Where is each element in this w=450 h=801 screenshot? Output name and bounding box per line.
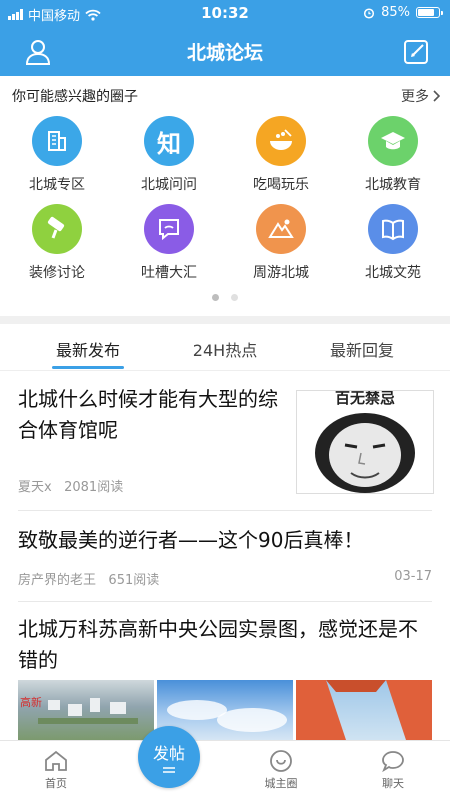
chat-bubble-icon <box>144 204 194 254</box>
post-item[interactable]: 致敬最美的逆行者——这个90后真棒！ 房产界的老王 651阅读 03-17 <box>18 525 432 595</box>
more-link[interactable]: 更多 <box>401 86 440 106</box>
paint-roller-icon <box>32 204 82 254</box>
post-author: 房产界的老王 <box>18 573 97 588</box>
circle-label: 北城文苑 <box>365 265 421 281</box>
circle-label: 周游北城 <box>253 265 309 281</box>
tabbar-label: 首页 <box>45 777 67 790</box>
mountain-icon <box>256 204 306 254</box>
chevron-right-icon <box>433 90 440 102</box>
post-image-row: 高新 <box>18 680 432 740</box>
circle-item-literature[interactable]: 北城文苑 <box>337 204 449 282</box>
circle-item-decoration[interactable]: 装修讨论 <box>1 204 113 282</box>
graduation-cap-icon <box>368 116 418 166</box>
edit-icon[interactable] <box>402 38 430 66</box>
page-title: 北城论坛 <box>186 42 263 64</box>
tabbar-label: 城主圈 <box>264 777 298 790</box>
zhi-text-icon: 知 <box>144 116 194 166</box>
lines-icon <box>163 767 175 773</box>
circle-label: 北城教育 <box>365 177 421 193</box>
aerial-view-image <box>38 698 138 724</box>
tabbar-home[interactable]: 首页 <box>16 749 96 791</box>
circle-item-complaints[interactable]: 吐槽大汇 <box>113 204 225 282</box>
thumbnail-text: 百无禁忌 <box>334 390 395 407</box>
post-reads: 651阅读 <box>108 573 160 588</box>
battery-percent: 85% <box>381 5 410 20</box>
more-label: 更多 <box>401 89 429 105</box>
tabbar-city-circle[interactable]: 城主圈 <box>241 749 321 791</box>
food-bowl-icon <box>256 116 306 166</box>
post-date: 03-17 <box>394 569 432 584</box>
post-image[interactable]: 高新 <box>18 680 154 740</box>
interest-circles-section: 你可能感兴趣的圈子 更多 北城专区 知 北城问问 吃喝玩乐 北城教育 装修讨论 <box>0 76 450 316</box>
post-divider <box>18 601 432 602</box>
active-tab-indicator <box>52 366 124 369</box>
building-icon <box>32 116 82 166</box>
tab-latest[interactable]: 最新发布 <box>13 337 163 361</box>
tabbar-chat[interactable]: 聊天 <box>353 749 433 791</box>
zhi-glyph: 知 <box>157 129 181 158</box>
circle-label: 北城专区 <box>29 177 85 193</box>
post-divider <box>18 510 432 511</box>
post-title: 致敬最美的逆行者——这个90后真棒！ <box>18 528 364 552</box>
circle-item-education[interactable]: 北城教育 <box>337 116 449 194</box>
status-bar: 中国移动 10:32 85% <box>0 0 450 26</box>
battery-icon <box>416 7 443 18</box>
new-post-button[interactable]: 发帖 <box>138 726 200 788</box>
tabbar-label: 聊天 <box>382 777 404 790</box>
circle-item-food[interactable]: 吃喝玩乐 <box>225 116 337 194</box>
tab-hot-24h[interactable]: 24H热点 <box>150 337 300 361</box>
circle-item-travel[interactable]: 周游北城 <box>225 204 337 282</box>
post-title: 北城什么时候才能有大型的综合体育馆呢 <box>18 387 278 442</box>
circle-chat-icon <box>270 750 292 772</box>
post-title: 北城万科苏高新中央公园实景图，感觉还是不错的 <box>18 617 418 672</box>
circle-item-ask[interactable]: 知 北城问问 <box>113 116 225 194</box>
post-meta: 夏天x 2081阅读 <box>18 476 123 495</box>
post-thumbnail[interactable]: 百无禁忌 <box>296 390 434 494</box>
building-arch-image <box>296 680 432 740</box>
post-item[interactable]: 北城万科苏高新中央公园实景图，感觉还是不错的 <box>18 614 432 680</box>
home-icon <box>45 750 67 771</box>
post-author: 夏天x <box>18 480 52 495</box>
section-divider <box>0 316 450 324</box>
page-indicator <box>0 294 450 301</box>
nav-bar: 北城论坛 <box>0 26 450 76</box>
circle-label: 北城问问 <box>141 177 197 193</box>
alarm-icon <box>364 7 375 19</box>
tab-latest-reply[interactable]: 最新回复 <box>287 337 437 361</box>
speech-bubble-icon <box>382 751 404 773</box>
post-meta: 房产界的老王 651阅读 <box>18 569 159 588</box>
page-dot <box>212 294 219 301</box>
page-dot <box>231 294 238 301</box>
bottom-tab-bar: 首页 城主圈 聊天 <box>0 740 450 801</box>
circle-item-zone[interactable]: 北城专区 <box>1 116 113 194</box>
post-image[interactable] <box>296 680 432 740</box>
new-post-label: 发帖 <box>152 744 185 763</box>
circle-label: 吃喝玩乐 <box>253 177 309 193</box>
circle-label: 吐槽大汇 <box>141 265 197 281</box>
post-reads: 2081阅读 <box>64 480 124 495</box>
section-heading: 你可能感兴趣的圈子 <box>12 89 138 105</box>
feed-tabs: 最新发布 24H热点 最新回复 <box>0 324 450 371</box>
book-icon <box>368 204 418 254</box>
circle-label: 装修讨论 <box>29 265 85 281</box>
